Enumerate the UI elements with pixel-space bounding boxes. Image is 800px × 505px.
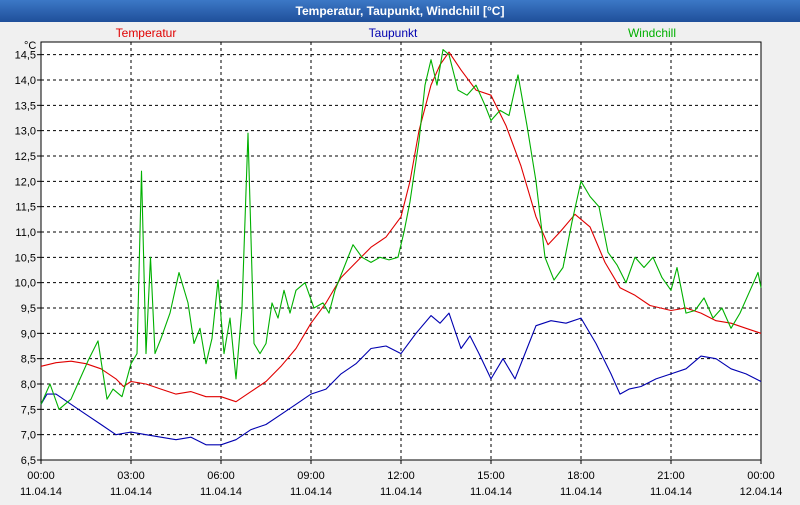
x-tick-date: 11.04.14 [110,486,152,498]
x-tick-date: 11.04.14 [650,486,692,498]
y-tick-label: 9,5 [21,303,36,315]
y-tick-label: 11,5 [15,202,36,214]
x-tick-time: 12:00 [387,470,415,482]
x-tick-time: 03:00 [117,470,145,482]
x-tick-time: 09:00 [297,470,325,482]
x-tick-time: 00:00 [747,470,775,482]
x-tick-date: 11.04.14 [200,486,242,498]
x-tick-date: 12.04.14 [740,486,783,498]
x-tick-time: 15:00 [477,470,505,482]
y-tick-label: 6,5 [21,455,36,467]
y-tick-label: 9,0 [21,328,36,340]
x-tick-time: 18:00 [567,470,595,482]
x-tick-date: 11.04.14 [470,486,512,498]
x-tick-time: 00:00 [27,470,55,482]
legend: Temperatur Taupunkt Windchill [116,26,676,40]
y-tick-label: 12,5 [15,151,36,163]
x-tick-date: 11.04.14 [380,486,422,498]
y-axis-label: °C [24,40,36,52]
x-tick-date: 11.04.14 [20,486,62,498]
y-tick-label: 13,5 [15,100,36,112]
window-title: Temperatur, Taupunkt, Windchill [°C] [0,0,800,22]
x-tick-time: 06:00 [207,470,235,482]
y-tick-label: 10,5 [15,252,36,264]
y-tick-label: 8,5 [21,354,36,366]
y-tick-label: 8,0 [21,379,36,391]
y-tick-label: 11,0 [15,227,36,239]
x-tick-date: 11.04.14 [290,486,332,498]
x-tick-date: 11.04.14 [560,486,602,498]
y-axis: 6,5 7,0 7,5 8,0 8,5 9,0 9,5 10,0 10,5 11,0 11,5 12,… [15,50,41,467]
y-tick-label: 7,0 [21,430,36,442]
chart-area: 6,5 7,0 7,5 8,0 8,5 9,0 9,5 10,0 10,5 11,0 11,5 12,… [0,22,800,500]
y-tick-label: 14,0 [15,75,36,87]
x-axis: 00:00 11.04.14 03:00 11.04.14 06:00 11.04.14 0… [20,460,782,498]
y-tick-label: 12,0 [15,176,36,188]
y-tick-label: 7,5 [21,404,36,416]
y-tick-label: 10,0 [15,278,36,290]
x-tick-time: 21:00 [657,470,685,482]
legend-windchill: Windchill [628,26,676,40]
chart: 6,5 7,0 7,5 8,0 8,5 9,0 9,5 10,0 10,5 11,0 11,5 12,… [15,26,783,498]
legend-temperatur: Temperatur [116,26,177,40]
y-tick-label: 13,0 [15,126,36,138]
legend-taupunkt: Taupunkt [369,26,418,40]
